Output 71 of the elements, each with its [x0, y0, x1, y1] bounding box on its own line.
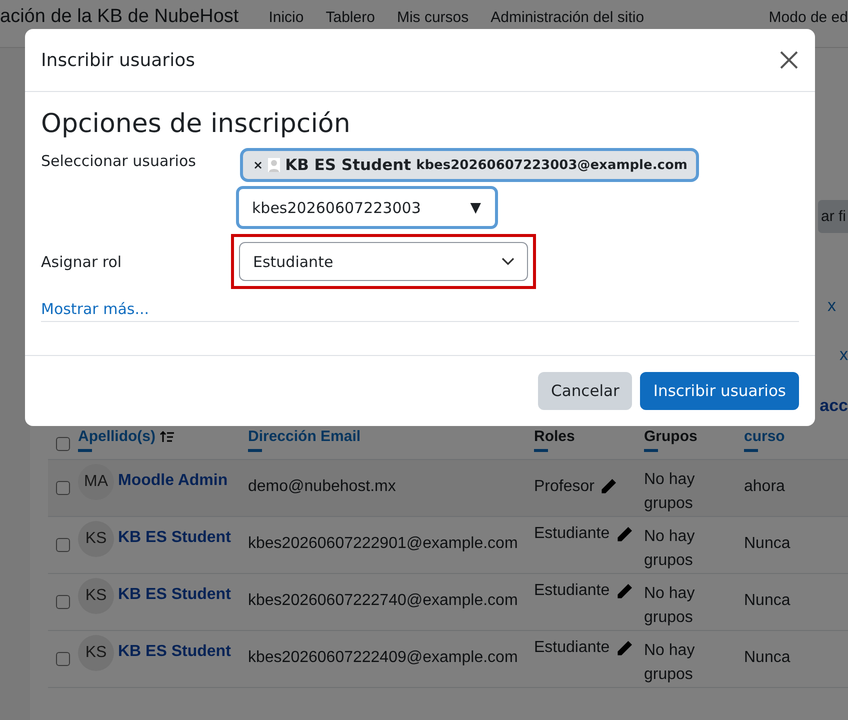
groups-text: No hay grupos	[644, 527, 696, 571]
user-avatar: KS	[78, 521, 114, 557]
email-text: kbes20260607222409@example.com	[248, 649, 518, 666]
user-avatar: KS	[78, 578, 114, 614]
row-checkbox[interactable]	[56, 481, 70, 495]
dropdown-arrow-icon[interactable]: ▼	[470, 200, 481, 216]
row-checkbox[interactable]	[56, 595, 70, 609]
user-name-link[interactable]: Moodle Admin	[118, 464, 228, 490]
user-search-field[interactable]: kbes20260607223003 ▼	[236, 186, 498, 229]
user-name-link[interactable]: KB ES Student	[118, 635, 231, 661]
field-label: Seleccionar usuarios	[41, 151, 197, 172]
cancel-button[interactable]: Cancelar	[538, 372, 632, 410]
chip-user-email: kbes20260607223003@example.com	[416, 158, 688, 172]
pencil-icon[interactable]	[600, 478, 618, 495]
chip-user-name: KB ES Student	[285, 156, 412, 174]
email-text: kbes20260607222901@example.com	[248, 535, 518, 552]
last-access-text: Nunca	[744, 649, 790, 666]
email-text: demo@nubehost.mx	[248, 478, 396, 495]
user-avatar: MA	[78, 464, 114, 500]
groups-text: No hay grupos	[644, 641, 696, 685]
collapse-icon[interactable]	[534, 449, 548, 453]
last-access-text: ahora	[744, 478, 785, 495]
nav-link[interactable]: Administración del sitio	[490, 6, 644, 26]
collapse-icon[interactable]	[744, 449, 758, 453]
column-header: Roles	[534, 428, 575, 445]
edit-mode-label: Modo de ed	[768, 8, 848, 26]
user-avatar: KS	[78, 635, 114, 671]
email-text: kbes20260607222740@example.com	[248, 592, 518, 609]
column-header: Grupos	[644, 428, 698, 445]
section-heading: Opciones de inscripción	[41, 109, 352, 139]
site-title: ación de la KB de NubeHost	[0, 6, 239, 28]
collapse-icon[interactable]	[644, 449, 658, 453]
nav-link[interactable]: Inicio	[268, 6, 304, 26]
last-access-text: Nunca	[744, 592, 790, 609]
role-select[interactable]: Estudiante	[239, 242, 528, 281]
role-text: Estudiante	[534, 582, 610, 600]
remove-chip-icon[interactable]: ×	[253, 158, 264, 172]
select-all-checkbox[interactable]	[56, 437, 70, 451]
groups-text: No hay grupos	[644, 470, 696, 514]
nav-link[interactable]: Mis cursos	[396, 6, 469, 26]
nav-link[interactable]: Tablero	[326, 6, 375, 26]
user-name-link[interactable]: KB ES Student	[118, 521, 231, 547]
pencil-icon[interactable]	[616, 526, 633, 542]
column-header[interactable]: Apellido(s)	[78, 428, 156, 445]
show-more-link[interactable]: Mostrar más...	[41, 300, 150, 318]
field-label: Asignar rol	[41, 252, 123, 270]
column-header[interactable]: curso	[744, 428, 785, 445]
row-checkbox[interactable]	[56, 652, 70, 666]
groups-text: No hay grupos	[644, 584, 696, 628]
collapse-icon[interactable]	[248, 449, 262, 453]
user-icon	[268, 158, 280, 172]
remove-filter-link[interactable]: x	[828, 296, 836, 316]
chevron-down-icon	[501, 257, 515, 266]
role-text: Profesor	[534, 478, 594, 496]
pencil-icon[interactable]	[616, 582, 633, 600]
last-access-text: Nunca	[744, 535, 790, 552]
selected-user-chip[interactable]: × KB ES Student kbes20260607223003@example.com	[240, 148, 700, 182]
role-text: Estudiante	[534, 639, 610, 657]
column-header[interactable]: acc	[820, 396, 848, 416]
filter-button[interactable]: ar fi	[818, 200, 848, 233]
enrol-button[interactable]: Inscribir usuarios	[640, 372, 799, 410]
modal-title: Inscribir usuarios	[41, 50, 195, 70]
remove-filter-link[interactable]: x	[840, 345, 848, 365]
row-checkbox[interactable]	[56, 538, 70, 552]
user-name-link[interactable]: KB ES Student	[118, 578, 231, 604]
close-icon[interactable]	[780, 51, 798, 69]
collapse-icon[interactable]	[78, 449, 92, 453]
role-text: Estudiante	[534, 525, 610, 543]
pencil-icon[interactable]	[616, 640, 633, 656]
sort-icon[interactable]	[160, 430, 174, 442]
column-header[interactable]: Dirección Email	[248, 428, 361, 445]
